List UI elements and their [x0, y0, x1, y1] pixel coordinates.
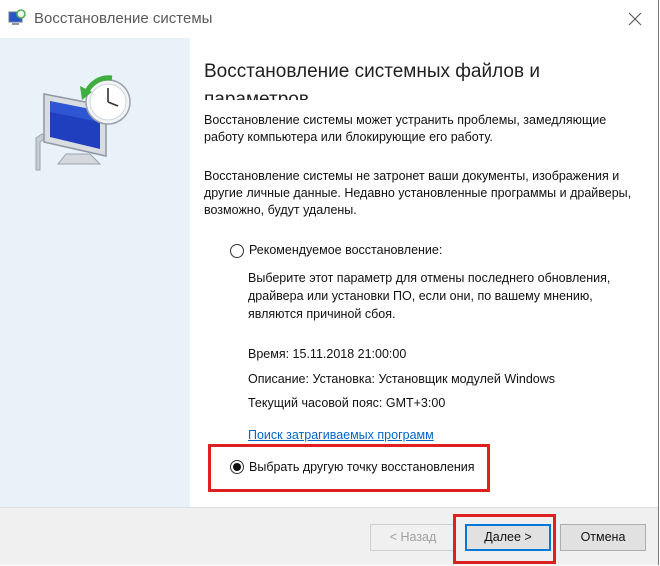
close-icon	[628, 12, 642, 26]
notice-paragraph: Восстановление системы не затронет ваши …	[204, 169, 632, 217]
button-bar: < Назад Далее > Отмена	[0, 507, 658, 565]
intro-paragraph: Восстановление системы может устранить п…	[204, 113, 607, 144]
restore-timezone: Текущий часовой пояс: GMT+3:00	[248, 396, 446, 410]
restore-description: Описание: Установка: Установщик модулей …	[248, 372, 556, 386]
cancel-button[interactable]: Отмена	[560, 524, 646, 551]
highlight-box-choose-other	[208, 444, 490, 492]
system-restore-icon	[8, 9, 26, 27]
title-bar: Восстановление системы	[0, 0, 658, 38]
wizard-content: Восстановление системных файлов и параме…	[190, 38, 658, 507]
scan-affected-programs-link[interactable]: Поиск затрагиваемых программ	[248, 428, 434, 442]
window-title: Восстановление системы	[34, 10, 213, 27]
back-button[interactable]: < Назад	[370, 524, 456, 551]
wizard-banner	[0, 38, 190, 507]
system-restore-window: Восстановление системы Восстановление си…	[0, 0, 659, 565]
page-heading: Восстановление системных файлов и параме…	[204, 61, 540, 100]
restore-time: Время: 15.11.2018 21:00:00	[248, 347, 407, 361]
system-restore-hero-icon	[28, 72, 138, 172]
recommended-restore-label[interactable]: Рекомендуемое восстановление:	[249, 243, 442, 257]
close-button[interactable]	[612, 0, 658, 38]
recommended-restore-radio[interactable]	[230, 244, 244, 258]
highlight-box-next	[453, 514, 556, 564]
recommended-restore-description: Выберите этот параметр для отмены послед…	[248, 271, 611, 321]
